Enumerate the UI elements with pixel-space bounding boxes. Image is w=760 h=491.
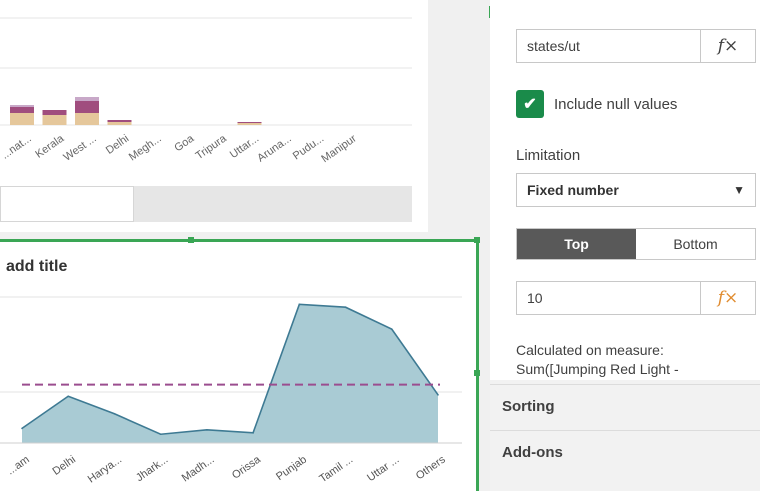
top-tick-label-1: Kerala bbox=[33, 132, 67, 161]
x-tick-label-3: Jhark... bbox=[134, 454, 170, 485]
limit-expression-fx-icon[interactable]: 𝑓× bbox=[700, 282, 755, 314]
top-bar-segment-0-1 bbox=[10, 107, 34, 113]
selection-border-right bbox=[476, 239, 479, 491]
top-tick-label-10: Manipur bbox=[319, 132, 359, 165]
area-fill bbox=[22, 304, 438, 443]
top-tick-label-8: Aruna... bbox=[255, 133, 293, 165]
top-bar-segment-0-0 bbox=[10, 113, 34, 125]
top-bar-segment-0-2 bbox=[10, 105, 34, 107]
area-point-8 bbox=[390, 328, 393, 330]
calculated-on-measure-text: Calculated on measure: Sum([Jumping Red … bbox=[516, 342, 679, 377]
x-tick-label-0: ...am bbox=[5, 454, 32, 478]
top-bar-segment-7-1 bbox=[237, 122, 262, 123]
top-tick-label-6: Tripura bbox=[194, 132, 230, 162]
limitation-dropdown[interactable]: Fixed number ▼ bbox=[516, 173, 756, 207]
top-bottom-toggle[interactable]: Top Bottom bbox=[516, 228, 756, 260]
x-tick-label-8: Uttar ... bbox=[365, 454, 401, 485]
chevron-down-icon: ▼ bbox=[733, 183, 745, 197]
top-tick-label-0: ...nat... bbox=[0, 133, 34, 162]
x-tick-label-7: Tamil ... bbox=[317, 454, 355, 486]
resize-handle-right[interactable] bbox=[474, 370, 480, 376]
top-bar-segment-1-1 bbox=[42, 110, 67, 115]
top-tick-label-5: Goa bbox=[172, 132, 197, 154]
limitation-dropdown-value: Fixed number bbox=[527, 182, 619, 198]
limitation-label: Limitation bbox=[516, 147, 581, 164]
chart-scrollbar-thumb[interactable] bbox=[0, 186, 134, 222]
chart-title[interactable]: add title bbox=[6, 258, 67, 276]
top-tick-label-2: West ... bbox=[61, 133, 98, 164]
expression-fx-icon[interactable]: 𝑓× bbox=[700, 30, 755, 62]
top-bar-segment-3-1 bbox=[107, 120, 132, 122]
area-point-9 bbox=[437, 394, 439, 396]
toggle-bottom-option[interactable]: Bottom bbox=[636, 229, 755, 259]
limit-value-field[interactable]: 10 𝑓× bbox=[516, 281, 756, 315]
area-point-5 bbox=[252, 431, 254, 434]
sorting-section-header[interactable]: Sorting bbox=[490, 384, 760, 430]
area-point-0 bbox=[21, 427, 23, 430]
resize-handle-corner[interactable] bbox=[474, 237, 480, 243]
x-tick-label-6: Punjab bbox=[274, 454, 309, 483]
sheet-canvas: ...nat... Kerala West ... Delhi Megh... Goa Tr… bbox=[0, 0, 491, 491]
top-bar-chart-card[interactable]: ...nat... Kerala West ... Delhi Megh... Goa Tr… bbox=[0, 0, 428, 232]
top-tick-label-4: Megh... bbox=[127, 133, 164, 164]
top-bar-segment-2-0 bbox=[75, 113, 99, 125]
x-tick-label-5: Orissa bbox=[230, 453, 264, 482]
top-bar-segment-7-0 bbox=[237, 123, 262, 125]
addons-section-header[interactable]: Add-ons bbox=[490, 430, 760, 476]
x-tick-label-2: Harya... bbox=[86, 454, 124, 486]
area-point-1 bbox=[67, 395, 70, 398]
area-chart: ...am Delhi Harya... Jhark... Madh... Orissa P… bbox=[0, 296, 462, 486]
include-null-label: Include null values bbox=[554, 95, 678, 113]
area-point-3 bbox=[159, 433, 162, 436]
selection-border-top bbox=[0, 239, 478, 242]
limit-value-input[interactable]: 10 bbox=[517, 282, 700, 314]
dimension-field-value[interactable]: states/ut bbox=[517, 30, 700, 62]
toggle-top-option[interactable]: Top bbox=[517, 229, 636, 259]
include-null-checkbox[interactable]: ✔ bbox=[516, 90, 544, 118]
area-point-7 bbox=[344, 306, 347, 309]
area-point-2 bbox=[113, 413, 116, 415]
top-bar-segment-1-0 bbox=[42, 115, 67, 125]
area-point-4 bbox=[206, 429, 208, 431]
top-bar-segment-2-2 bbox=[75, 97, 99, 101]
dimension-field[interactable]: states/ut 𝑓× bbox=[516, 29, 756, 63]
top-bar-segment-2-1 bbox=[75, 101, 99, 113]
include-null-row[interactable]: ✔ Include null values bbox=[516, 90, 677, 118]
top-bar-segment-3-0 bbox=[107, 122, 132, 125]
x-tick-label-4: Madh... bbox=[180, 454, 217, 485]
x-tick-label-1: Delhi bbox=[51, 454, 78, 478]
resize-handle-top[interactable] bbox=[188, 237, 194, 243]
x-tick-label-9: Others bbox=[414, 453, 448, 482]
area-point-6 bbox=[298, 303, 301, 306]
properties-panel: states/ut 𝑓× ✔ Include null values Limit… bbox=[490, 0, 760, 491]
